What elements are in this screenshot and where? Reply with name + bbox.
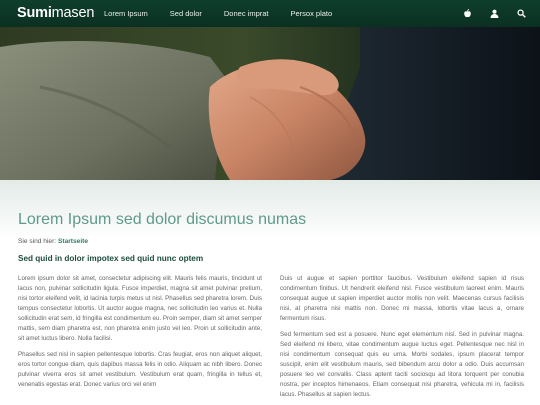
right-paragraph-1: Duis ut augue et sapien porttitor faucib… <box>280 275 524 322</box>
nav-item-lorem-ipsum[interactable]: Lorem Ipsum <box>104 9 148 18</box>
breadcrumb-link-home[interactable]: Startseite <box>58 238 88 245</box>
site-logo[interactable]: Sumimasen <box>17 5 94 22</box>
search-icon[interactable] <box>517 9 526 18</box>
breadcrumb-prefix: Sie sind hier: <box>18 238 57 245</box>
page-header: Lorem Ipsum sed dolor discumus numas Sie… <box>18 210 524 263</box>
body-text-columns: Lorem ipsum dolor sit amet, consectetur … <box>18 274 524 405</box>
section-subheading: Sed quid in dolor impotex sed quid nunc … <box>18 254 204 263</box>
main-nav: Lorem Ipsum Sed dolor Donec imprat Perso… <box>104 0 354 27</box>
header-tools <box>463 0 526 27</box>
nav-item-sed-dolor[interactable]: Sed dolor <box>170 9 202 18</box>
left-paragraph-1: Lorem ipsum dolor sit amet, consectetur … <box>18 275 262 342</box>
left-paragraph-2: Phasellus sed nisl in sapien pellentesqu… <box>18 351 262 388</box>
user-icon[interactable] <box>490 9 499 18</box>
left-column: Lorem ipsum dolor sit amet, consectetur … <box>18 274 262 405</box>
top-navigation-bar: Sumimasen Lorem Ipsum Sed dolor Donec im… <box>0 0 540 27</box>
breadcrumb: Sie sind hier: Startseite <box>18 238 524 245</box>
apple-icon[interactable] <box>463 9 472 18</box>
nav-item-donec-imprat[interactable]: Donec imprat <box>224 9 269 18</box>
right-paragraph-2: Sed fermentum sed est a posuere. Nunc eg… <box>280 331 524 398</box>
page-title: Lorem Ipsum sed dolor discumus numas <box>18 211 307 228</box>
nav-item-persox-plato[interactable]: Persox plato <box>291 9 333 18</box>
right-column: Duis ut augue et sapien porttitor faucib… <box>280 274 524 405</box>
hero-handshake-image <box>0 27 540 180</box>
